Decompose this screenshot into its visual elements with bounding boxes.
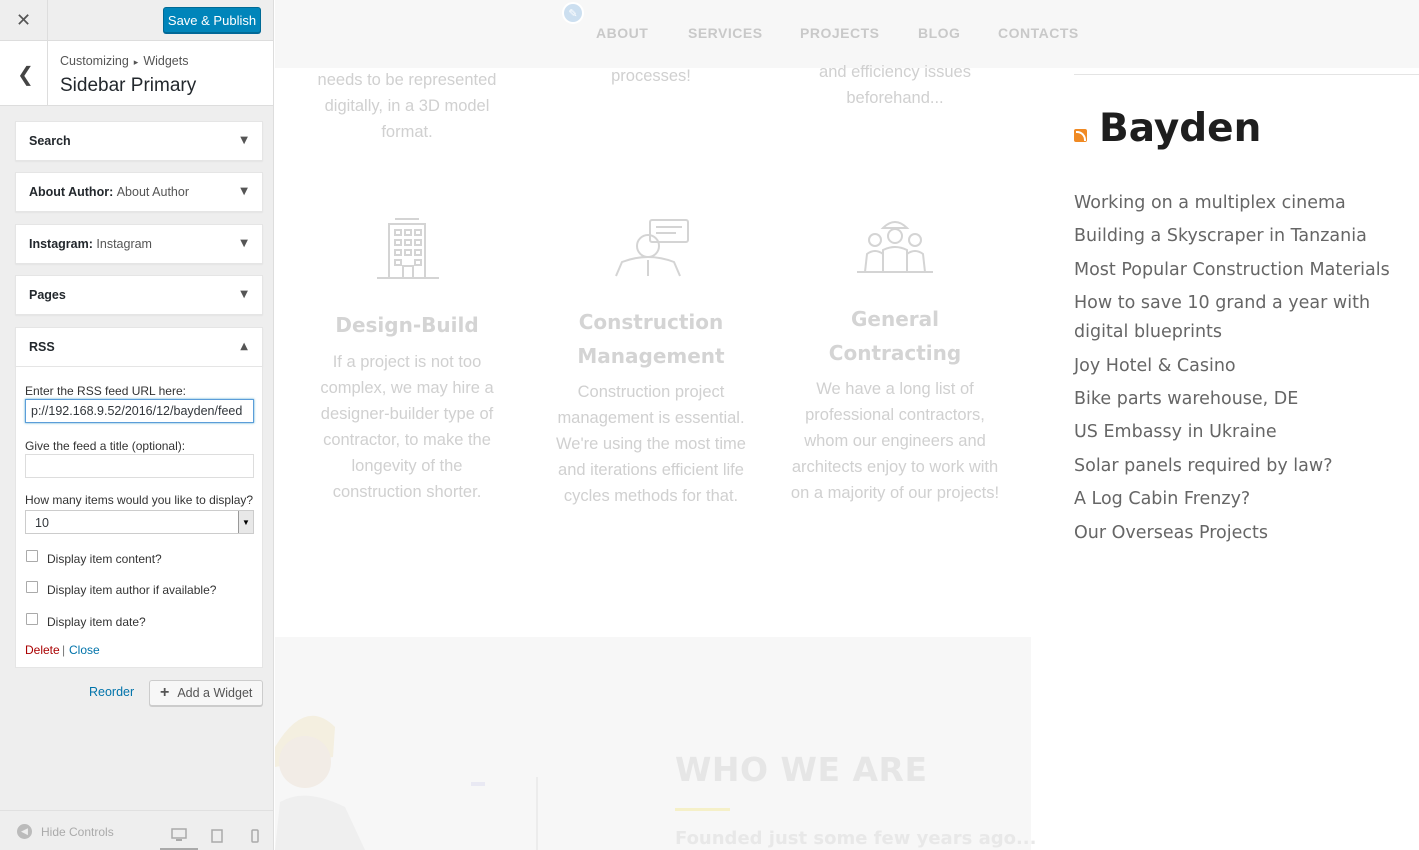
rss-widget-title[interactable]: Bayden	[1074, 106, 1261, 151]
hide-controls-label: Hide Controls	[41, 824, 114, 839]
collapse-arrow-icon[interactable]: ▲	[240, 341, 248, 352]
rss-item[interactable]: US Embassy in Ukraine	[1074, 418, 1419, 447]
breadcrumb: Customizing ▸ Widgets	[60, 54, 188, 68]
widget-title: Pages	[29, 288, 66, 302]
breadcrumb-root: Customizing	[60, 54, 129, 68]
close-widget-link[interactable]: Close	[69, 643, 100, 657]
widget-title: Search	[29, 134, 71, 148]
rss-title-label: Give the feed a title (optional):	[25, 439, 186, 453]
delete-widget-link[interactable]: Delete	[25, 643, 60, 657]
nav-item-about[interactable]: ABOUT	[596, 25, 648, 41]
sidebar-divider	[1074, 74, 1419, 75]
customizer-panel: ✕ Save & Publish ❮ Customizing ▸ Widgets S…	[0, 0, 274, 850]
tablet-preview-icon[interactable]	[198, 821, 236, 850]
service-title-design-build: Design-Build	[335, 313, 479, 337]
rss-item[interactable]: Building a Skyscraper in Tanzania	[1074, 222, 1419, 251]
rss-item[interactable]: How to save 10 grand a year with digital…	[1074, 289, 1419, 347]
expand-arrow-icon[interactable]: ▼	[240, 135, 248, 146]
rss-item-list: Working on a multiplex cinema Building a…	[1074, 189, 1419, 552]
service-text-general-contracting: We have a long list of professional cont…	[790, 380, 1000, 502]
edit-shortcut-pencil-icon[interactable]: ✎	[562, 2, 584, 24]
service-fragment-3: and efficiency issues beforehand...	[819, 63, 971, 107]
chevron-left-icon: ❮	[17, 61, 34, 86]
title-underline	[675, 808, 730, 811]
service-text-design-build: If a project is not too complex, we may …	[320, 353, 494, 501]
add-widget-button[interactable]: + Add a Widget	[149, 680, 263, 706]
display-author-checkbox[interactable]	[26, 581, 38, 593]
nav-item-services[interactable]: SERVICES	[688, 25, 763, 41]
nav-item-projects[interactable]: PROJECTS	[800, 25, 879, 41]
display-author-label: Display item author if available?	[47, 583, 217, 597]
mobile-preview-icon[interactable]	[236, 821, 273, 850]
rss-item[interactable]: A Log Cabin Frenzy?	[1074, 485, 1419, 514]
expand-arrow-icon[interactable]: ▼	[240, 289, 248, 300]
dropdown-arrow-icon[interactable]: ▼	[238, 511, 253, 533]
site-nav: ✎ ABOUT SERVICES PROJECTS BLOG CONTACTS	[275, 0, 1419, 68]
rss-title-input[interactable]	[25, 454, 254, 478]
site-preview: ✎ ABOUT SERVICES PROJECTS BLOG CONTACTS …	[275, 0, 1419, 850]
service-text-construction-management: Construction project management is essen…	[556, 383, 746, 505]
back-button[interactable]: ❮	[4, 41, 48, 106]
rss-item[interactable]: Joy Hotel & Casino	[1074, 352, 1419, 381]
panel-header: ✕ Save & Publish	[0, 0, 273, 41]
rss-count-select[interactable]: 10 ▼	[25, 510, 254, 534]
nav-item-contacts[interactable]: CONTACTS	[998, 25, 1079, 41]
display-content-label: Display item content?	[47, 552, 162, 566]
add-widget-label: Add a Widget	[177, 686, 253, 700]
consultant-icon	[615, 219, 689, 277]
rss-count-label: How many items would you like to display…	[25, 493, 254, 507]
save-publish-button[interactable]: Save & Publish	[163, 7, 261, 33]
section-name: Sidebar Primary	[60, 75, 197, 96]
close-icon: ✕	[15, 10, 32, 31]
widget-rss[interactable]: RSS ▲	[15, 327, 263, 367]
hide-controls-button[interactable]: ◀ Hide Controls	[17, 824, 114, 839]
worker-photo-image	[275, 715, 538, 850]
expand-arrow-icon[interactable]: ▼	[240, 238, 248, 249]
collapse-circle-icon: ◀	[17, 824, 32, 839]
service-fragment-2: processes!	[611, 67, 691, 85]
rss-item[interactable]: Solar panels required by law?	[1074, 452, 1419, 481]
rss-widget-form: Enter the RSS feed URL here: p://192.168…	[15, 367, 263, 668]
widget-instagram[interactable]: Instagram: Instagram ▼	[15, 224, 263, 264]
display-content-checkbox[interactable]	[26, 550, 38, 562]
widget-title: About Author: About Author	[29, 185, 189, 199]
widget-pages[interactable]: Pages ▼	[15, 275, 263, 315]
building-icon	[377, 218, 439, 279]
link-separator: |	[62, 643, 66, 657]
widget-about-author[interactable]: About Author: About Author ▼	[15, 172, 263, 212]
expand-arrow-icon[interactable]: ▼	[240, 186, 248, 197]
display-date-checkbox[interactable]	[26, 613, 38, 625]
rss-item[interactable]: Working on a multiplex cinema	[1074, 189, 1419, 218]
rss-title-text[interactable]: Bayden	[1099, 106, 1261, 151]
rss-count-value: 10	[35, 516, 49, 530]
who-we-are-title: WHO WE ARE	[675, 750, 928, 789]
rss-item[interactable]: Our Overseas Projects	[1074, 519, 1419, 548]
service-fragment-1: needs to be represented digitally, in a …	[317, 71, 497, 141]
service-title-construction-management: Construction Management	[577, 310, 725, 368]
panel-footer: ◀ Hide Controls	[0, 810, 273, 850]
display-date-label: Display item date?	[47, 615, 146, 629]
who-we-are-section	[275, 637, 1031, 850]
service-title-general-contracting: General Contracting	[828, 307, 962, 365]
plus-icon: +	[160, 684, 170, 701]
rss-feed-icon[interactable]	[1074, 129, 1087, 142]
nav-item-blog[interactable]: BLOG	[918, 25, 960, 41]
breadcrumb-child: Widgets	[143, 54, 189, 68]
who-we-are-subtitle: Founded just some few years ago...	[675, 828, 1037, 849]
close-customizer-button[interactable]: ✕	[0, 0, 48, 41]
widget-search[interactable]: Search ▼	[15, 121, 263, 161]
widget-title: RSS	[29, 340, 55, 354]
widget-title: Instagram: Instagram	[29, 237, 152, 251]
desktop-preview-icon[interactable]	[160, 821, 198, 850]
section-title: ❮ Customizing ▸ Widgets Sidebar Primary	[0, 41, 273, 106]
breadcrumb-separator-icon: ▸	[133, 57, 139, 67]
rss-url-input[interactable]: p://192.168.9.52/2016/12/bayden/feed	[25, 399, 254, 423]
rss-url-label: Enter the RSS feed URL here:	[25, 384, 186, 398]
rss-item[interactable]: Bike parts warehouse, DE	[1074, 385, 1419, 414]
reorder-link[interactable]: Reorder	[89, 685, 134, 699]
workers-icon	[857, 221, 933, 273]
rss-item[interactable]: Most Popular Construction Materials	[1074, 256, 1419, 285]
